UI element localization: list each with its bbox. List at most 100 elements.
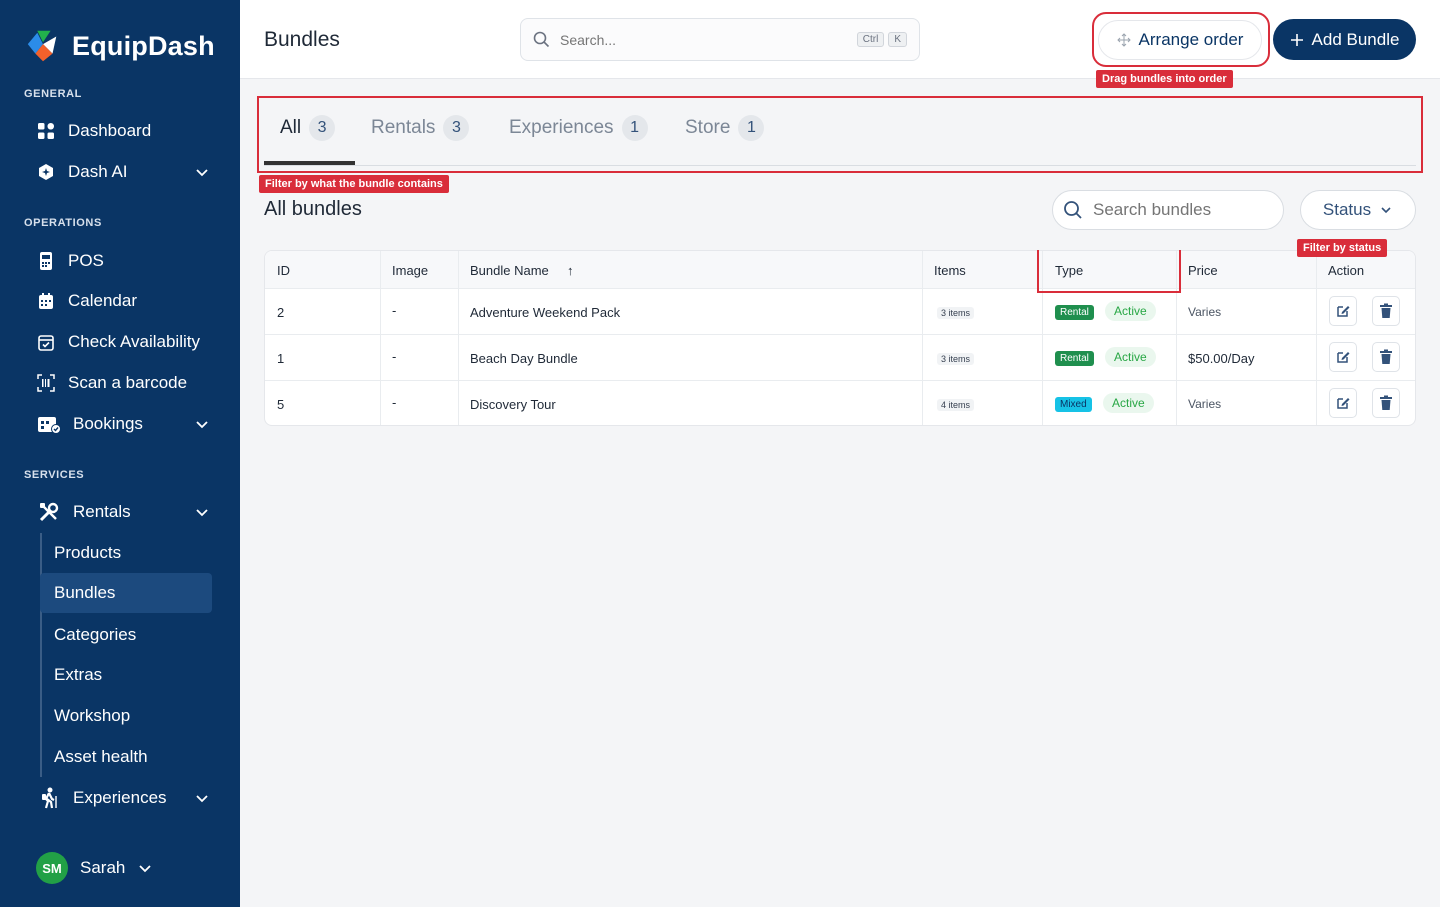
cell-image: - — [392, 395, 397, 410]
tab-count: 3 — [443, 115, 470, 141]
active-tab-indicator — [264, 161, 355, 165]
edit-icon — [1337, 352, 1350, 363]
chevron-down-icon[interactable] — [194, 504, 210, 520]
sidebar-item-label: Rentals — [73, 502, 131, 521]
items-count-badge: 4 items — [937, 399, 975, 411]
sidebar-item-label: Bookings — [73, 414, 143, 433]
sidebar-item-label: Dash AI — [68, 162, 128, 181]
sidebar-subitem-bundles[interactable]: Bundles — [40, 573, 212, 613]
add-bundle-button[interactable]: Add Bundle — [1273, 19, 1416, 60]
sidebar-item-pos[interactable]: POS — [36, 244, 216, 278]
pos-terminal-icon — [36, 251, 56, 271]
sidebar-item-experiences[interactable]: Experiences — [36, 781, 216, 815]
sort-arrow-icon[interactable]: ↑ — [567, 263, 574, 278]
status-badge: Active — [1105, 347, 1156, 367]
status-filter-button[interactable]: Status — [1300, 190, 1416, 230]
section-services: SERVICES — [24, 469, 85, 481]
edit-button[interactable] — [1329, 388, 1357, 418]
ai-shield-icon — [36, 162, 56, 182]
hiker-icon — [36, 787, 61, 809]
chevron-down-icon[interactable] — [194, 416, 210, 432]
brand-logo[interactable]: EquipDash — [24, 26, 215, 66]
add-bundle-label: Add Bundle — [1311, 29, 1400, 49]
global-search-input[interactable] — [560, 31, 830, 48]
arrange-order-button[interactable]: Arrange order — [1098, 20, 1262, 60]
tab-all[interactable]: All 3 — [280, 112, 336, 144]
tooltip-arrange: Drag bundles into order — [1096, 70, 1233, 88]
column-header-image: Image — [392, 263, 429, 278]
user-name: Sarah — [80, 858, 126, 877]
cell-bundle-name[interactable]: Beach Day Bundle — [470, 351, 578, 366]
bundle-search[interactable] — [1052, 190, 1284, 230]
tooltip-status: Filter by status — [1297, 239, 1388, 257]
cell-image: - — [392, 303, 397, 318]
edit-button[interactable] — [1329, 296, 1357, 326]
sidebar-subitem-extras[interactable]: Extras — [40, 655, 212, 695]
type-badge: Mixed — [1055, 397, 1092, 412]
sidebar-item-label: POS — [68, 251, 104, 270]
global-search[interactable]: Ctrl K — [520, 18, 920, 61]
column-header-id[interactable]: ID — [277, 263, 290, 278]
column-header-bundle-name[interactable]: Bundle Name — [470, 263, 549, 278]
search-icon — [1064, 201, 1082, 219]
sidebar-item-scan-barcode[interactable]: Scan a barcode — [36, 366, 216, 400]
arrange-order-label: Arrange order — [1138, 30, 1244, 49]
tab-store[interactable]: Store 1 — [685, 112, 765, 144]
tooltip-tabs: Filter by what the bundle contains — [259, 175, 449, 193]
chevron-down-icon[interactable] — [194, 164, 210, 180]
delete-button[interactable] — [1372, 388, 1400, 418]
table-row[interactable]: 2 - Adventure Weekend Pack 3 items Renta… — [265, 288, 1415, 334]
items-count-badge: 3 items — [937, 307, 975, 319]
grid-icon — [36, 121, 56, 141]
calendar-icon — [36, 291, 56, 311]
sidebar-subitem-asset-health[interactable]: Asset health — [40, 737, 212, 777]
type-badge: Rental — [1055, 351, 1094, 366]
sidebar-subitem-products[interactable]: Products — [40, 533, 212, 573]
sidebar-item-label: Scan a barcode — [68, 373, 188, 392]
bundle-search-input[interactable] — [1093, 200, 1273, 220]
section-general: GENERAL — [24, 88, 82, 100]
user-menu[interactable]: SM Sarah — [36, 852, 153, 884]
sidebar-item-label: Dashboard — [68, 121, 152, 140]
cell-bundle-name[interactable]: Adventure Weekend Pack — [470, 305, 620, 320]
trash-icon — [1380, 303, 1392, 318]
sidebar-item-dashboard[interactable]: Dashboard — [36, 114, 216, 148]
chevron-down-icon[interactable] — [194, 790, 210, 806]
chevron-down-icon — [1381, 207, 1391, 214]
tab-experiences[interactable]: Experiences 1 — [509, 112, 648, 144]
chevron-down-icon — [139, 865, 152, 873]
delete-button[interactable] — [1372, 296, 1400, 326]
bundles-table: ID Image Bundle Name ↑ Items Type Price … — [264, 250, 1416, 426]
bookings-icon — [36, 414, 61, 434]
sidebar-item-check-availability[interactable]: Check Availability — [36, 325, 216, 359]
cell-image: - — [392, 349, 397, 364]
sidebar-subitem-workshop[interactable]: Workshop — [40, 696, 212, 736]
sidebar-item-bookings[interactable]: Bookings — [36, 407, 216, 441]
move-icon — [1116, 33, 1131, 47]
cell-price: $50.00/Day — [1188, 351, 1255, 366]
column-header-action: Action — [1328, 263, 1365, 278]
sidebar-item-label: Check Availability — [68, 332, 200, 351]
equipdash-logo-icon — [27, 30, 57, 62]
tab-rentals[interactable]: Rentals 3 — [371, 112, 470, 144]
status-badge: Active — [1105, 301, 1156, 321]
sidebar-item-dash-ai[interactable]: Dash AI — [36, 155, 216, 189]
tab-label: Experiences — [509, 117, 614, 138]
cell-bundle-name[interactable]: Discovery Tour — [470, 397, 556, 412]
status-badge: Active — [1103, 393, 1154, 413]
table-row[interactable]: 1 - Beach Day Bundle 3 items Rental Acti… — [265, 334, 1415, 380]
top-header: Bundles Ctrl K Arrange order Add Bundle — [240, 0, 1440, 79]
edit-icon — [1337, 398, 1350, 409]
edit-button[interactable] — [1329, 342, 1357, 372]
delete-button[interactable] — [1372, 342, 1400, 372]
barcode-scan-icon — [36, 373, 56, 393]
trash-icon — [1380, 349, 1392, 364]
tab-count: 3 — [309, 115, 336, 141]
sidebar-item-rentals[interactable]: Rentals — [36, 495, 216, 529]
sidebar-item-calendar[interactable]: Calendar — [36, 284, 216, 318]
sidebar-subitem-categories[interactable]: Categories — [40, 615, 212, 655]
plus-icon — [1290, 33, 1303, 46]
keyboard-shortcut: Ctrl K — [853, 32, 907, 47]
table-row[interactable]: 5 - Discovery Tour 4 items Mixed Active … — [265, 380, 1415, 425]
edit-icon — [1337, 306, 1350, 317]
